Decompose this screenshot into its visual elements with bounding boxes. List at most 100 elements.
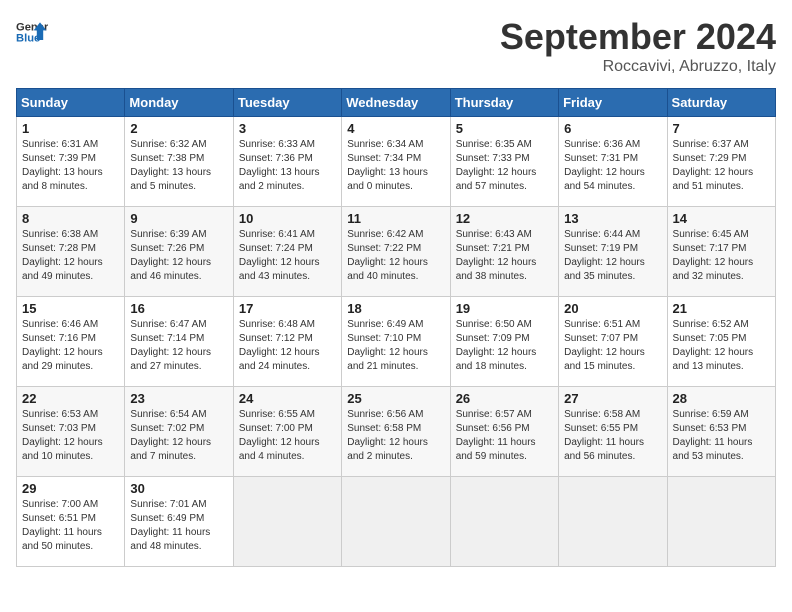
day-cell: 7 Sunrise: 6:37 AMSunset: 7:29 PMDayligh… <box>667 117 775 207</box>
day-cell <box>559 477 667 567</box>
day-cell: 9 Sunrise: 6:39 AMSunset: 7:26 PMDayligh… <box>125 207 233 297</box>
day-info: Sunrise: 6:39 AMSunset: 7:26 PMDaylight:… <box>130 228 227 284</box>
day-header-sunday: Sunday <box>17 89 125 117</box>
day-cell: 26 Sunrise: 6:57 AMSunset: 6:56 PMDaylig… <box>450 387 558 477</box>
day-cell: 29 Sunrise: 7:00 AMSunset: 6:51 PMDaylig… <box>17 477 125 567</box>
day-info: Sunrise: 6:31 AMSunset: 7:39 PMDaylight:… <box>22 138 119 194</box>
day-cell: 18 Sunrise: 6:49 AMSunset: 7:10 PMDaylig… <box>342 297 450 387</box>
day-cell <box>450 477 558 567</box>
day-info: Sunrise: 6:34 AMSunset: 7:34 PMDaylight:… <box>347 138 444 194</box>
day-number: 30 <box>130 481 227 496</box>
day-number: 8 <box>22 211 119 226</box>
day-cell: 19 Sunrise: 6:50 AMSunset: 7:09 PMDaylig… <box>450 297 558 387</box>
day-info: Sunrise: 7:00 AMSunset: 6:51 PMDaylight:… <box>22 498 119 554</box>
day-cell: 6 Sunrise: 6:36 AMSunset: 7:31 PMDayligh… <box>559 117 667 207</box>
day-number: 13 <box>564 211 661 226</box>
day-info: Sunrise: 6:54 AMSunset: 7:02 PMDaylight:… <box>130 408 227 464</box>
day-number: 20 <box>564 301 661 316</box>
day-info: Sunrise: 6:53 AMSunset: 7:03 PMDaylight:… <box>22 408 119 464</box>
day-info: Sunrise: 6:57 AMSunset: 6:56 PMDaylight:… <box>456 408 553 464</box>
day-number: 12 <box>456 211 553 226</box>
day-number: 4 <box>347 121 444 136</box>
week-row-3: 15 Sunrise: 6:46 AMSunset: 7:16 PMDaylig… <box>17 297 776 387</box>
day-info: Sunrise: 6:37 AMSunset: 7:29 PMDaylight:… <box>673 138 770 194</box>
day-number: 21 <box>673 301 770 316</box>
day-info: Sunrise: 6:50 AMSunset: 7:09 PMDaylight:… <box>456 318 553 374</box>
day-info: Sunrise: 6:44 AMSunset: 7:19 PMDaylight:… <box>564 228 661 284</box>
day-cell: 10 Sunrise: 6:41 AMSunset: 7:24 PMDaylig… <box>233 207 341 297</box>
day-cell <box>233 477 341 567</box>
day-cell: 30 Sunrise: 7:01 AMSunset: 6:49 PMDaylig… <box>125 477 233 567</box>
day-number: 18 <box>347 301 444 316</box>
day-number: 6 <box>564 121 661 136</box>
day-number: 25 <box>347 391 444 406</box>
day-cell <box>667 477 775 567</box>
day-number: 17 <box>239 301 336 316</box>
day-cell: 8 Sunrise: 6:38 AMSunset: 7:28 PMDayligh… <box>17 207 125 297</box>
day-cell: 12 Sunrise: 6:43 AMSunset: 7:21 PMDaylig… <box>450 207 558 297</box>
day-number: 2 <box>130 121 227 136</box>
day-cell: 28 Sunrise: 6:59 AMSunset: 6:53 PMDaylig… <box>667 387 775 477</box>
day-cell: 20 Sunrise: 6:51 AMSunset: 7:07 PMDaylig… <box>559 297 667 387</box>
day-cell: 25 Sunrise: 6:56 AMSunset: 6:58 PMDaylig… <box>342 387 450 477</box>
week-row-2: 8 Sunrise: 6:38 AMSunset: 7:28 PMDayligh… <box>17 207 776 297</box>
day-cell: 3 Sunrise: 6:33 AMSunset: 7:36 PMDayligh… <box>233 117 341 207</box>
day-header-wednesday: Wednesday <box>342 89 450 117</box>
day-number: 16 <box>130 301 227 316</box>
day-number: 24 <box>239 391 336 406</box>
location-subtitle: Roccavivi, Abruzzo, Italy <box>500 58 776 76</box>
week-row-1: 1 Sunrise: 6:31 AMSunset: 7:39 PMDayligh… <box>17 117 776 207</box>
day-info: Sunrise: 6:38 AMSunset: 7:28 PMDaylight:… <box>22 228 119 284</box>
day-cell: 14 Sunrise: 6:45 AMSunset: 7:17 PMDaylig… <box>667 207 775 297</box>
day-info: Sunrise: 6:47 AMSunset: 7:14 PMDaylight:… <box>130 318 227 374</box>
day-number: 5 <box>456 121 553 136</box>
day-header-friday: Friday <box>559 89 667 117</box>
day-header-thursday: Thursday <box>450 89 558 117</box>
day-cell: 27 Sunrise: 6:58 AMSunset: 6:55 PMDaylig… <box>559 387 667 477</box>
day-info: Sunrise: 6:52 AMSunset: 7:05 PMDaylight:… <box>673 318 770 374</box>
day-number: 29 <box>22 481 119 496</box>
day-cell: 5 Sunrise: 6:35 AMSunset: 7:33 PMDayligh… <box>450 117 558 207</box>
day-number: 27 <box>564 391 661 406</box>
day-cell <box>342 477 450 567</box>
day-info: Sunrise: 6:49 AMSunset: 7:10 PMDaylight:… <box>347 318 444 374</box>
day-number: 14 <box>673 211 770 226</box>
day-info: Sunrise: 6:42 AMSunset: 7:22 PMDaylight:… <box>347 228 444 284</box>
day-cell: 1 Sunrise: 6:31 AMSunset: 7:39 PMDayligh… <box>17 117 125 207</box>
day-info: Sunrise: 6:58 AMSunset: 6:55 PMDaylight:… <box>564 408 661 464</box>
day-info: Sunrise: 6:36 AMSunset: 7:31 PMDaylight:… <box>564 138 661 194</box>
day-header-saturday: Saturday <box>667 89 775 117</box>
day-cell: 16 Sunrise: 6:47 AMSunset: 7:14 PMDaylig… <box>125 297 233 387</box>
day-cell: 4 Sunrise: 6:34 AMSunset: 7:34 PMDayligh… <box>342 117 450 207</box>
logo: General Blue <box>16 16 48 48</box>
day-info: Sunrise: 6:59 AMSunset: 6:53 PMDaylight:… <box>673 408 770 464</box>
day-number: 15 <box>22 301 119 316</box>
day-cell: 2 Sunrise: 6:32 AMSunset: 7:38 PMDayligh… <box>125 117 233 207</box>
day-info: Sunrise: 6:46 AMSunset: 7:16 PMDaylight:… <box>22 318 119 374</box>
day-cell: 11 Sunrise: 6:42 AMSunset: 7:22 PMDaylig… <box>342 207 450 297</box>
day-number: 23 <box>130 391 227 406</box>
title-section: September 2024 Roccavivi, Abruzzo, Italy <box>500 16 776 76</box>
day-info: Sunrise: 6:51 AMSunset: 7:07 PMDaylight:… <box>564 318 661 374</box>
day-cell: 15 Sunrise: 6:46 AMSunset: 7:16 PMDaylig… <box>17 297 125 387</box>
week-row-4: 22 Sunrise: 6:53 AMSunset: 7:03 PMDaylig… <box>17 387 776 477</box>
svg-text:Blue: Blue <box>16 33 40 45</box>
day-number: 22 <box>22 391 119 406</box>
day-info: Sunrise: 6:35 AMSunset: 7:33 PMDaylight:… <box>456 138 553 194</box>
day-info: Sunrise: 6:55 AMSunset: 7:00 PMDaylight:… <box>239 408 336 464</box>
day-info: Sunrise: 7:01 AMSunset: 6:49 PMDaylight:… <box>130 498 227 554</box>
header-row: SundayMondayTuesdayWednesdayThursdayFrid… <box>17 89 776 117</box>
day-header-monday: Monday <box>125 89 233 117</box>
day-cell: 24 Sunrise: 6:55 AMSunset: 7:00 PMDaylig… <box>233 387 341 477</box>
day-number: 9 <box>130 211 227 226</box>
day-cell: 21 Sunrise: 6:52 AMSunset: 7:05 PMDaylig… <box>667 297 775 387</box>
day-cell: 17 Sunrise: 6:48 AMSunset: 7:12 PMDaylig… <box>233 297 341 387</box>
logo-icon: General Blue <box>16 16 48 48</box>
day-info: Sunrise: 6:33 AMSunset: 7:36 PMDaylight:… <box>239 138 336 194</box>
day-number: 19 <box>456 301 553 316</box>
day-cell: 13 Sunrise: 6:44 AMSunset: 7:19 PMDaylig… <box>559 207 667 297</box>
day-number: 7 <box>673 121 770 136</box>
day-number: 28 <box>673 391 770 406</box>
day-number: 10 <box>239 211 336 226</box>
day-number: 11 <box>347 211 444 226</box>
